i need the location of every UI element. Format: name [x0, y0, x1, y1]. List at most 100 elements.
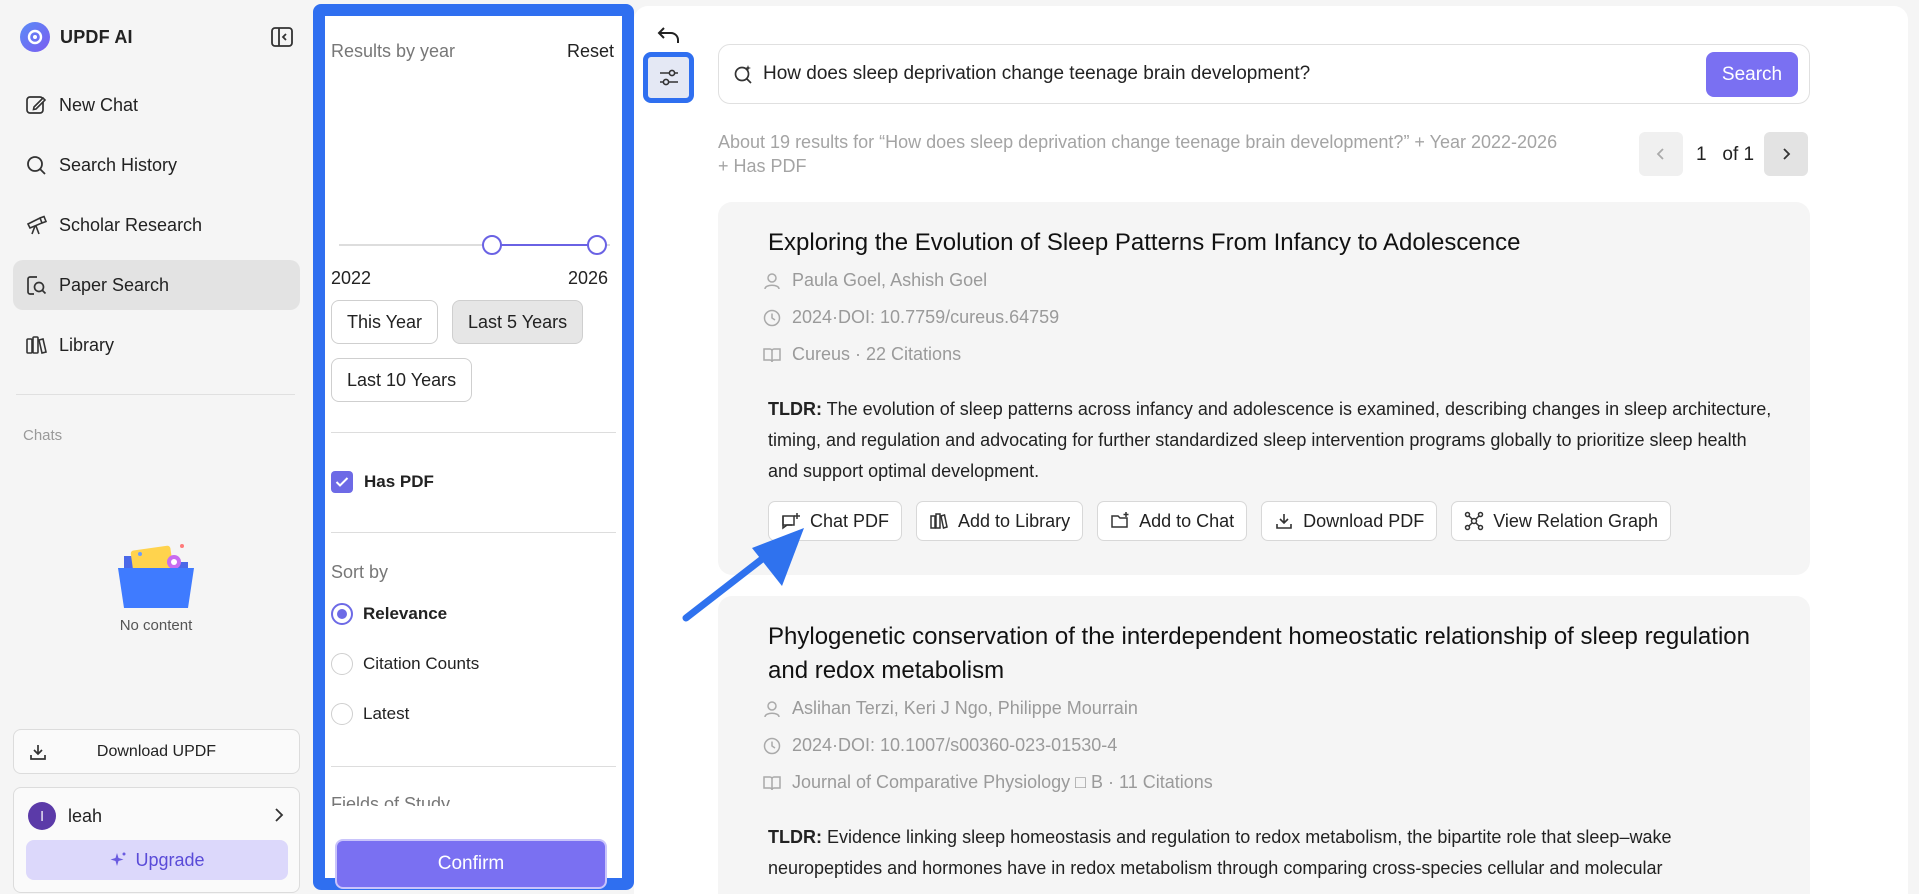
view-relation-graph-button[interactable]: View Relation Graph: [1451, 501, 1671, 541]
authors-text: Aslihan Terzi, Keri J Ngo, Philippe Mour…: [792, 698, 1138, 718]
pager-next-button[interactable]: [1764, 132, 1808, 176]
chevron-left-icon: [1656, 148, 1664, 160]
sidebar-nav: New Chat Search History Scholar Research…: [13, 80, 300, 380]
tldr-label: TLDR:: [768, 399, 822, 419]
book-icon: [763, 775, 781, 790]
brand-name: UPDF AI: [60, 26, 133, 47]
paper-card: Phylogenetic conservation of the interde…: [718, 596, 1810, 894]
graph-icon: [1464, 511, 1484, 531]
results-by-year-title: Results by year: [331, 41, 456, 61]
search-button[interactable]: Search: [1706, 52, 1798, 97]
action-label: View Relation Graph: [1493, 510, 1658, 531]
chats-label: Chats: [23, 427, 63, 444]
avatar: l: [28, 802, 56, 830]
folder-add-icon: [1111, 512, 1129, 528]
empty-folder-illustration: [110, 540, 202, 617]
venue-text: Cureus · 22 Citations: [792, 344, 962, 364]
back-arrow-icon[interactable]: [656, 24, 682, 46]
chevron-right-icon: [1783, 148, 1791, 160]
sort-option-label: Latest: [363, 704, 410, 723]
results-summary: About 19 results for “How does sleep dep…: [718, 130, 1648, 178]
sidebar: UPDF AI New Chat Search History Scholar …: [0, 0, 313, 894]
radio-icon[interactable]: [331, 703, 353, 725]
pager-prev-button[interactable]: [1639, 132, 1683, 176]
chip-last-5-years[interactable]: Last 5 Years: [452, 300, 584, 344]
sidebar-item-label: Library: [59, 334, 115, 355]
filter-panel: Results by year Reset 2022 2026 This Yea…: [313, 4, 634, 890]
confirm-button[interactable]: Confirm: [335, 839, 607, 889]
results-summary-line: About 19 results for “How does sleep dep…: [718, 132, 1558, 152]
results-summary-line: + Has PDF: [718, 156, 807, 176]
paper-card: Exploring the Evolution of Sleep Pattern…: [718, 202, 1810, 575]
clock-icon: [763, 309, 781, 326]
year-slider-min-handle[interactable]: [482, 235, 502, 255]
radio-selected-icon[interactable]: [331, 603, 353, 625]
sort-option-latest[interactable]: Latest: [331, 703, 409, 725]
annotation-arrow-icon: [682, 528, 804, 622]
sort-option-label: Relevance: [363, 604, 448, 623]
filter-divider: [331, 432, 616, 433]
tldr-text: The evolution of sleep patterns across i…: [768, 399, 1772, 481]
paper-tldr: TLDR: Evidence linking sleep homeostasis…: [768, 822, 1778, 884]
filter-toggle-button[interactable]: [643, 52, 694, 103]
library-icon: [26, 336, 47, 354]
date-doi-text: 2024·DOI: 10.1007/s00360-023-01530-4: [792, 735, 1118, 755]
paper-search-icon: [27, 276, 47, 295]
search-input[interactable]: How does sleep deprivation change teenag…: [763, 63, 1310, 85]
sort-option-citation-counts[interactable]: Citation Counts: [331, 653, 479, 675]
chip-this-year[interactable]: This Year: [331, 300, 439, 344]
user-icon: [764, 272, 780, 289]
download-icon: [30, 745, 46, 760]
tldr-text: Evidence linking sleep homeostasis and r…: [768, 827, 1672, 878]
search-bar[interactable]: How does sleep deprivation change teenag…: [718, 44, 1810, 104]
chip-last-10-years[interactable]: Last 10 Years: [331, 358, 473, 402]
tldr-label: TLDR:: [768, 827, 822, 847]
add-to-library-button[interactable]: Add to Library: [916, 501, 1084, 541]
pager-status: 1 of 1: [1696, 144, 1754, 166]
user-profile[interactable]: l leah: [28, 802, 102, 830]
action-label: Add to Library: [958, 510, 1071, 531]
empty-chats-text: No content: [119, 617, 193, 634]
checkbox-checked-icon[interactable]: [331, 471, 353, 493]
brand[interactable]: UPDF AI: [20, 22, 133, 52]
chevron-right-icon[interactable]: [272, 806, 286, 829]
edit-icon: [26, 96, 47, 114]
sidebar-item-search-history[interactable]: Search History: [13, 140, 300, 190]
sliders-icon: [659, 69, 678, 85]
sort-by-title: Sort by: [331, 562, 389, 582]
sort-option-relevance[interactable]: Relevance: [331, 603, 447, 625]
year-slider-max-handle[interactable]: [587, 235, 607, 255]
year-slider-range: [491, 244, 597, 246]
download-pdf-button[interactable]: Download PDF: [1261, 501, 1438, 541]
paper-tldr: TLDR: The evolution of sleep patterns ac…: [768, 394, 1778, 487]
radio-icon[interactable]: [331, 653, 353, 675]
filter-divider: [331, 766, 616, 767]
action-label: Download PDF: [1303, 510, 1425, 531]
paper-title[interactable]: Exploring the Evolution of Sleep Pattern…: [768, 226, 1768, 260]
add-to-chat-button[interactable]: Add to Chat: [1097, 501, 1248, 541]
sidebar-item-paper-search[interactable]: Paper Search: [13, 260, 300, 310]
download-updf-label: Download UPDF: [96, 742, 217, 760]
fields-of-study-title: Fields of Study: [331, 794, 616, 806]
venue-text: Journal of Comparative Physiology □ B · …: [792, 772, 1213, 792]
sidebar-item-scholar-research[interactable]: Scholar Research: [13, 200, 300, 250]
search-icon: [27, 156, 46, 175]
has-pdf-filter[interactable]: Has PDF: [331, 471, 434, 493]
fields-of-study-label: Fields of Study: [331, 794, 451, 806]
has-pdf-label: Has PDF: [364, 472, 434, 491]
book-icon: [763, 347, 781, 362]
year-max-label: 2026: [568, 268, 609, 288]
updf-logo-icon: [20, 22, 50, 52]
reset-button[interactable]: Reset: [567, 41, 614, 62]
sidebar-divider: [16, 394, 295, 395]
paper-title[interactable]: Phylogenetic conservation of the interde…: [768, 620, 1768, 688]
ai-search-icon: [734, 65, 752, 84]
upgrade-button[interactable]: Upgrade: [26, 840, 288, 880]
collapse-sidebar-icon[interactable]: [270, 26, 294, 48]
action-label: Chat PDF: [810, 510, 890, 531]
paper-date-doi: 2024·DOI: 10.7759/cureus.64759: [762, 307, 1059, 328]
authors-text: Paula Goel, Ashish Goel: [792, 270, 988, 290]
sidebar-item-new-chat[interactable]: New Chat: [13, 80, 300, 130]
sidebar-item-library[interactable]: Library: [13, 320, 300, 370]
download-updf-button[interactable]: Download UPDF: [13, 729, 300, 774]
